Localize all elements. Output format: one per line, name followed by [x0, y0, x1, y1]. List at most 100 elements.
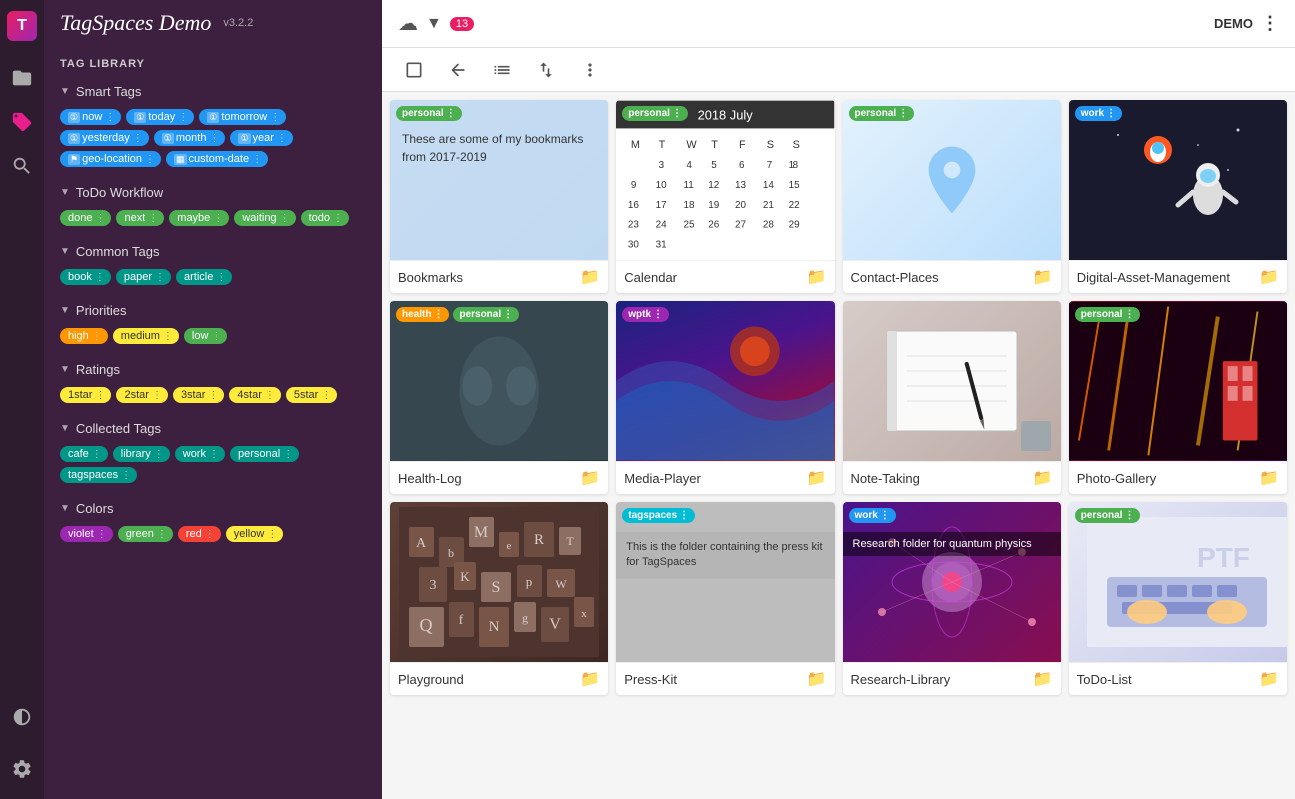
- tag-customdate[interactable]: ▦custom-date⋮: [166, 151, 268, 167]
- tag-2star[interactable]: 2star⋮: [116, 387, 167, 403]
- photo-tags: personal ⋮: [1075, 307, 1141, 322]
- tag-red[interactable]: red⋮: [178, 526, 221, 542]
- grid-item-media-player[interactable]: wptk ⋮ Media-Player 📁: [616, 301, 834, 494]
- common-tags-header[interactable]: ▼ Common Tags: [44, 238, 382, 265]
- calendar-tags: personal ⋮: [622, 106, 688, 121]
- tag-todo[interactable]: todo⋮: [301, 210, 349, 226]
- grid-item-press-kit[interactable]: tagspaces ⋮ This is the folder containin…: [616, 502, 834, 695]
- colors-section: ▼ Colors violet⋮ green⋮ red⋮ yellow⋮: [44, 495, 382, 550]
- press-tags: tagspaces ⋮: [622, 508, 695, 523]
- press-tagspaces-tag[interactable]: tagspaces ⋮: [622, 508, 695, 523]
- calendar-svg: 2018 July M T W T F S S 3 4 5 6 7: [616, 100, 834, 260]
- grid-item-research-library[interactable]: work ⋮ Research folder for quantum physi…: [843, 502, 1061, 695]
- svg-text:f: f: [459, 613, 464, 628]
- grid-item-digital-asset[interactable]: work ⋮: [1069, 100, 1287, 293]
- svg-text:V: V: [549, 616, 561, 633]
- tag-year[interactable]: ①year⋮: [230, 130, 292, 146]
- tag-personal[interactable]: personal⋮: [230, 446, 299, 462]
- grid-item-note-taking[interactable]: Note-Taking 📁: [843, 301, 1061, 494]
- tag-green[interactable]: green⋮: [118, 526, 173, 542]
- tag-1star[interactable]: 1star⋮: [60, 387, 111, 403]
- svg-text:PTF: PTF: [1197, 542, 1250, 573]
- files-icon[interactable]: [4, 60, 40, 96]
- collected-tags-header[interactable]: ▼ Collected Tags: [44, 415, 382, 442]
- health-tags: health ⋮ personal ⋮: [396, 307, 519, 322]
- grid-item-contact-places[interactable]: personal ⋮ Contact-Places 📁: [843, 100, 1061, 293]
- tag-library[interactable]: library⋮: [113, 446, 170, 462]
- media-tags: wptk ⋮: [622, 307, 669, 322]
- tag-cafe[interactable]: cafe⋮: [60, 446, 108, 462]
- tag-today[interactable]: ①today⋮: [126, 109, 194, 125]
- health-personal-tag[interactable]: personal ⋮: [453, 307, 519, 322]
- tag-now[interactable]: ①now⋮: [60, 109, 121, 125]
- tag-tomorrow[interactable]: ①tomorrow⋮: [199, 109, 286, 125]
- tag-tagspaces[interactable]: tagspaces⋮: [60, 467, 137, 483]
- grid-item-bookmarks[interactable]: personal ⋮ These are some of my bookmark…: [390, 100, 608, 293]
- tag-maybe[interactable]: maybe⋮: [169, 210, 229, 226]
- collected-tags-group: cafe⋮ library⋮ work⋮ personal⋮ tagspaces…: [44, 442, 382, 491]
- health-health-tag[interactable]: health ⋮: [396, 307, 449, 322]
- select-all-button[interactable]: [398, 54, 430, 86]
- settings-icon[interactable]: [4, 751, 40, 787]
- tag-5star[interactable]: 5star⋮: [286, 387, 337, 403]
- main-content: ☁ ▼ 13 DEMO ⋮: [382, 0, 1295, 799]
- priorities-header[interactable]: ▼ Priorities: [44, 297, 382, 324]
- research-work-tag[interactable]: work ⋮: [849, 508, 896, 523]
- contact-folder-icon: 📁: [1033, 267, 1053, 287]
- colors-header[interactable]: ▼ Colors: [44, 495, 382, 522]
- ratings-header[interactable]: ▼ Ratings: [44, 356, 382, 383]
- dropdown-arrow-icon[interactable]: ▼: [426, 15, 442, 33]
- tag-low[interactable]: low⋮: [184, 328, 228, 344]
- tag-3star[interactable]: 3star⋮: [173, 387, 224, 403]
- digital-work-tag[interactable]: work ⋮: [1075, 106, 1122, 121]
- tag-book[interactable]: book⋮: [60, 269, 111, 285]
- grid-item-playground[interactable]: A b M e R T 3 K S p W Q f N g: [390, 502, 608, 695]
- tag-done[interactable]: done⋮: [60, 210, 111, 226]
- tag-month[interactable]: ①month⋮: [154, 130, 226, 146]
- search-icon[interactable]: [4, 148, 40, 184]
- tag-4star[interactable]: 4star⋮: [229, 387, 280, 403]
- tag-high[interactable]: high⋮: [60, 328, 108, 344]
- photo-personal-tag[interactable]: personal ⋮: [1075, 307, 1141, 322]
- svg-text:g: g: [522, 611, 528, 625]
- tag-article[interactable]: article⋮: [176, 269, 232, 285]
- file-grid-container: personal ⋮ These are some of my bookmark…: [382, 92, 1295, 799]
- tag-yellow[interactable]: yellow⋮: [226, 526, 284, 542]
- cloud-sync-icon[interactable]: ☁: [398, 11, 418, 36]
- bookmarks-personal-tag[interactable]: personal ⋮: [396, 106, 462, 121]
- tag-paper[interactable]: paper⋮: [116, 269, 171, 285]
- svg-text:31: 31: [656, 239, 668, 250]
- tag-geolocation[interactable]: ⚑geo-location⋮: [60, 151, 161, 167]
- svg-text:S: S: [492, 579, 501, 596]
- media-wptk-tag[interactable]: wptk ⋮: [622, 307, 669, 322]
- more-options-button[interactable]: [574, 54, 606, 86]
- tag-waiting[interactable]: waiting⋮: [234, 210, 295, 226]
- app-title-area: TagSpaces Demo v3.2.2: [44, 0, 382, 44]
- smart-tags-header[interactable]: ▼ Smart Tags: [44, 78, 382, 105]
- contrast-icon[interactable]: [4, 699, 40, 735]
- list-view-button[interactable]: [486, 54, 518, 86]
- tags-icon[interactable]: [4, 104, 40, 140]
- tag-work[interactable]: work⋮: [175, 446, 225, 462]
- tag-medium[interactable]: medium⋮: [113, 328, 179, 344]
- svg-text:14: 14: [763, 180, 775, 191]
- svg-text:30: 30: [628, 239, 640, 250]
- back-button[interactable]: [442, 54, 474, 86]
- sort-button[interactable]: [530, 54, 562, 86]
- grid-item-calendar[interactable]: personal ⋮ 2018 July M T W T F S S: [616, 100, 834, 293]
- tag-yesterday[interactable]: ①yesterday⋮: [60, 130, 149, 146]
- logo-button[interactable]: T: [4, 8, 40, 44]
- svg-text:S: S: [767, 139, 774, 151]
- todo-workflow-title: ToDo Workflow: [76, 185, 163, 200]
- grid-item-todo-list[interactable]: personal ⋮: [1069, 502, 1287, 695]
- grid-item-health-log[interactable]: health ⋮ personal ⋮ Folder structure sho…: [390, 301, 608, 494]
- user-menu-icon[interactable]: ⋮: [1261, 13, 1279, 34]
- todo-personal-tag[interactable]: personal ⋮: [1075, 508, 1141, 523]
- contact-personal-tag[interactable]: personal ⋮: [849, 106, 915, 121]
- contact-footer: Contact-Places 📁: [843, 260, 1061, 293]
- calendar-personal-tag[interactable]: personal ⋮: [622, 106, 688, 121]
- todo-workflow-header[interactable]: ▼ ToDo Workflow: [44, 179, 382, 206]
- tag-violet[interactable]: violet⋮: [60, 526, 113, 542]
- grid-item-photo-gallery[interactable]: personal ⋮: [1069, 301, 1287, 494]
- tag-next[interactable]: next⋮: [116, 210, 164, 226]
